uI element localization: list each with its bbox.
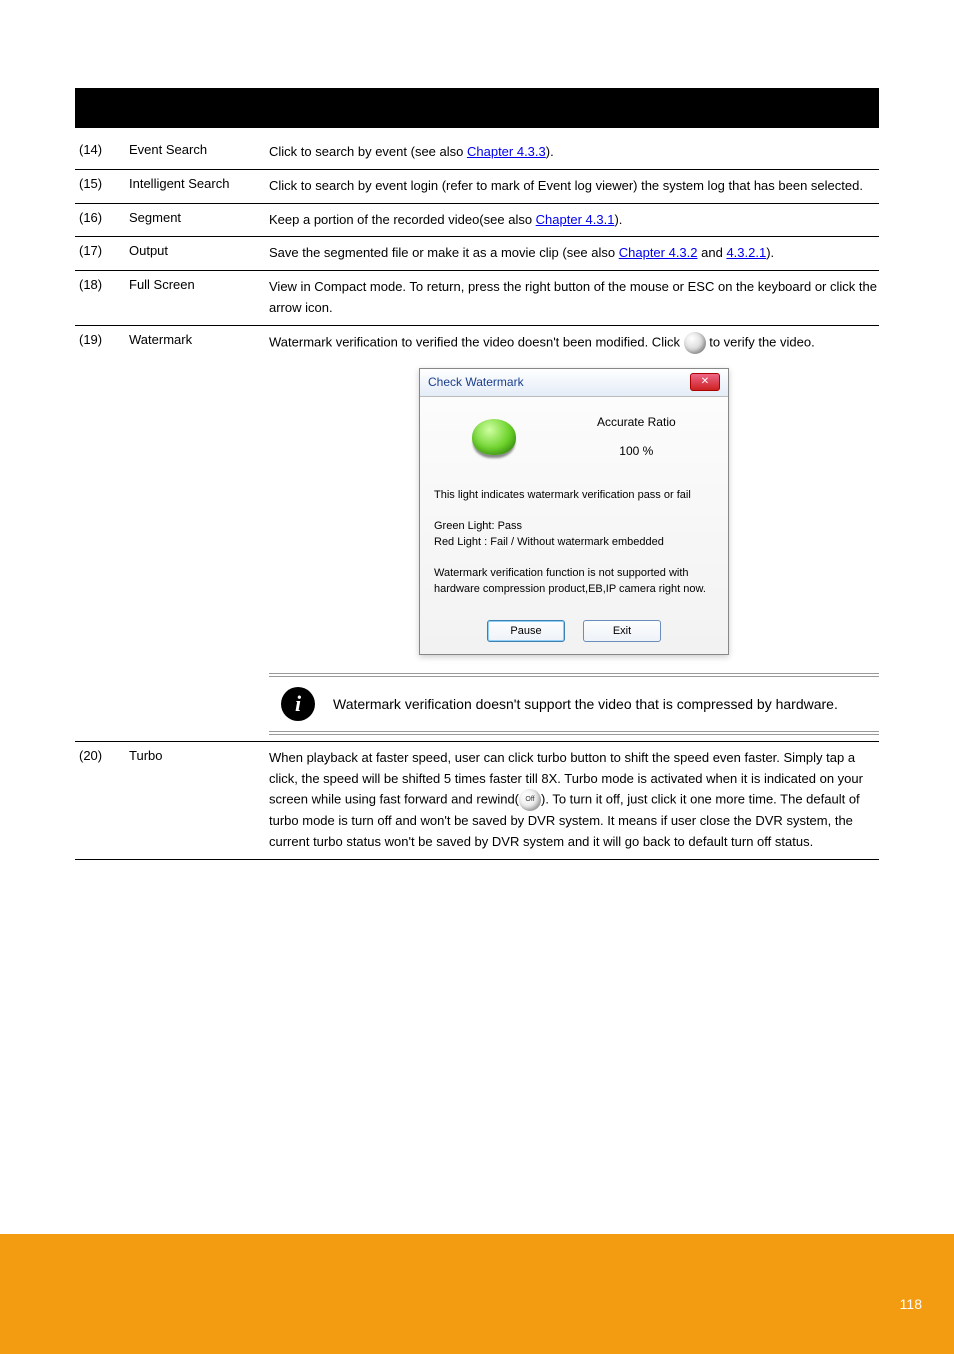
dialog-title: Check Watermark xyxy=(428,373,524,392)
row-title: Output xyxy=(129,243,269,258)
row-number: (19) xyxy=(75,332,129,347)
watermark-after-icon-text: to verify the video. xyxy=(709,334,815,349)
link-4-3-2-1[interactable]: 4.3.2.1 xyxy=(726,245,766,260)
table-row: (18) Full Screen View in Compact mode. T… xyxy=(75,271,879,326)
accurate-ratio-label: Accurate Ratio xyxy=(597,413,676,432)
watermark-lead-text: Watermark verification to verified the xyxy=(269,334,483,349)
row-title: Event Search xyxy=(129,142,269,157)
table-row: (16) Segment Keep a portion of the recor… xyxy=(75,204,879,238)
row-text-after: ). xyxy=(546,144,554,159)
row-desc: When playback at faster speed, user can … xyxy=(269,748,879,853)
table-row-watermark: (19) Watermark Watermark verification to… xyxy=(75,326,879,735)
row-number: (15) xyxy=(75,176,129,191)
row-text-after: ). xyxy=(614,212,622,227)
row-title: Full Screen xyxy=(129,277,269,292)
row-desc: Click to search by event login (refer to… xyxy=(269,176,879,197)
table-row: (14) Event Search Click to search by eve… xyxy=(75,136,879,170)
link-chapter-4-3-2[interactable]: Chapter 4.3.2 xyxy=(619,245,698,260)
close-icon[interactable]: ✕ xyxy=(690,373,720,391)
row-number: (14) xyxy=(75,142,129,157)
row-title: Intelligent Search xyxy=(129,176,269,191)
watermark-tail-text: video doesn't been modified. Click xyxy=(483,334,683,349)
row-desc: View in Compact mode. To return, press t… xyxy=(269,277,879,319)
row-title: Segment xyxy=(129,210,269,225)
row-number: (17) xyxy=(75,243,129,258)
accurate-ratio-value: 100 % xyxy=(597,442,676,461)
row-text-after: ). xyxy=(766,245,774,260)
row-number: (16) xyxy=(75,210,129,225)
info-icon: i xyxy=(281,687,315,721)
row-text: Click to search by event (see also xyxy=(269,144,467,159)
row-text: Save the segmented file or make it as a … xyxy=(269,245,619,260)
table-row: (17) Output Save the segmented file or m… xyxy=(75,237,879,271)
dialog-titlebar: Check Watermark ✕ xyxy=(420,369,728,397)
row-number: (18) xyxy=(75,277,129,292)
row-title: Watermark xyxy=(129,332,269,347)
info-note-text: Watermark verification doesn't support t… xyxy=(333,693,838,715)
accurate-ratio-block: Accurate Ratio 100 % xyxy=(597,413,676,461)
row-text: Keep a portion of the recorded video(see… xyxy=(269,212,536,227)
footer-bar: 118 xyxy=(0,1234,954,1354)
watermark-icon[interactable] xyxy=(684,332,706,354)
dialog-line4: Watermark verification function is not s… xyxy=(434,565,714,598)
row-title: Turbo xyxy=(129,748,269,763)
pause-button[interactable]: Pause xyxy=(487,620,565,642)
link-chapter-4-3-1[interactable]: Chapter 4.3.1 xyxy=(536,212,615,227)
table-row-turbo: (20) Turbo When playback at faster speed… xyxy=(75,742,879,860)
row-number: (20) xyxy=(75,748,129,763)
dialog-line1: This light indicates watermark verificat… xyxy=(434,487,714,504)
row-desc: Watermark verification to verified the v… xyxy=(269,332,879,735)
dialog-legend: Green Light: Pass Red Light : Fail / Wit… xyxy=(434,518,714,551)
link-chapter-4-3-3[interactable]: Chapter 4.3.3 xyxy=(467,144,546,159)
page-number: 118 xyxy=(900,1296,922,1312)
status-light-green xyxy=(472,419,516,455)
row-desc: Keep a portion of the recorded video(see… xyxy=(269,210,879,231)
turbo-off-icon[interactable]: Off xyxy=(519,789,541,811)
dialog-line2: Green Light: Pass xyxy=(434,520,522,532)
row-desc: Click to search by event (see also Chapt… xyxy=(269,142,879,163)
info-note-box: i Watermark verification doesn't support… xyxy=(269,673,879,735)
table-row: (15) Intelligent Search Click to search … xyxy=(75,170,879,204)
dialog-line3: Red Light : Fail / Without watermark emb… xyxy=(434,536,664,548)
black-header-bar xyxy=(75,88,879,128)
row-desc: Save the segmented file or make it as a … xyxy=(269,243,879,264)
exit-button[interactable]: Exit xyxy=(583,620,661,642)
check-watermark-dialog: Check Watermark ✕ Accurate Ratio 100 % T… xyxy=(419,368,729,655)
row-text-mid: and xyxy=(698,245,727,260)
